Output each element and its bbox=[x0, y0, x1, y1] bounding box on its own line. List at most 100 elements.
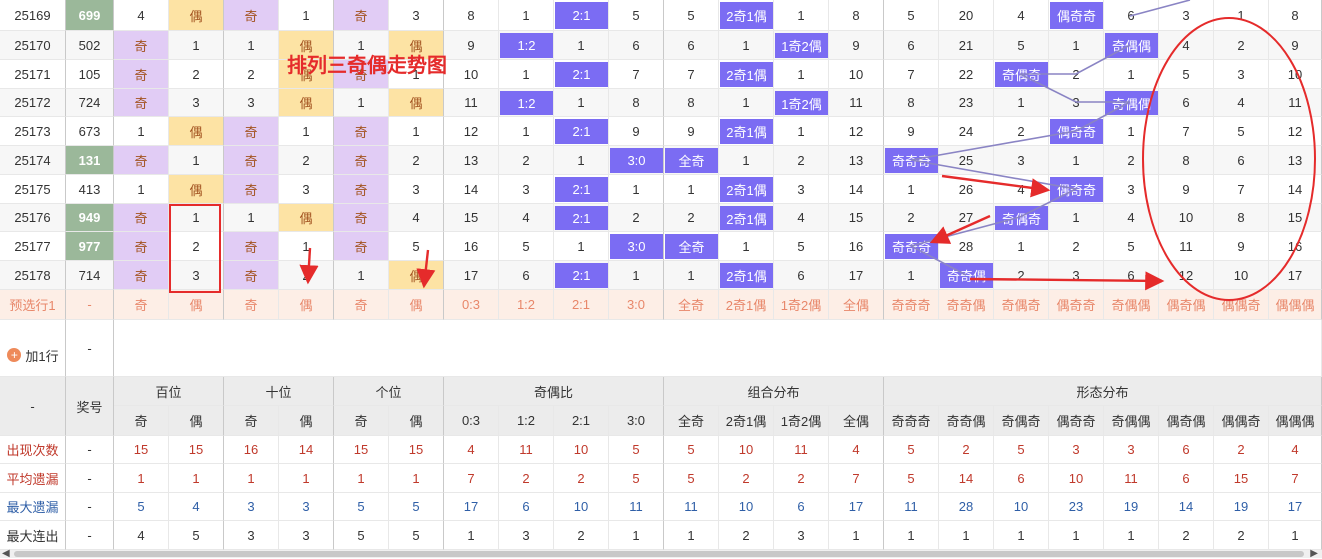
predict-cell[interactable]: 2:1 bbox=[554, 290, 609, 320]
table-cell: 3 bbox=[499, 175, 554, 204]
table-cell: 1 bbox=[884, 175, 939, 204]
table-cell: 10 bbox=[1159, 204, 1214, 232]
stat-value: 1 bbox=[334, 464, 389, 493]
stat-award: - bbox=[66, 464, 114, 493]
header-sub: 全偶 bbox=[829, 406, 884, 436]
predict-cell[interactable]: 全奇 bbox=[664, 290, 719, 320]
predict-cell[interactable]: 偶 bbox=[169, 290, 224, 320]
parity-mark: 奇 bbox=[224, 146, 279, 175]
stat-value: 19 bbox=[1104, 493, 1159, 521]
omission-count: 1 bbox=[279, 0, 334, 31]
table-cell: 9 bbox=[664, 117, 719, 146]
award-number: 724 bbox=[66, 89, 114, 117]
table-cell: 6 bbox=[499, 261, 554, 290]
table-cell: 14 bbox=[1269, 175, 1322, 204]
parity-mark: 奇 bbox=[114, 146, 169, 175]
scrollbar-thumb[interactable] bbox=[14, 551, 1304, 557]
stat-value: 3 bbox=[279, 493, 334, 521]
table-cell: 1 bbox=[1049, 146, 1104, 175]
stat-value: 2 bbox=[554, 464, 609, 493]
parity-mark: 奇 bbox=[114, 204, 169, 232]
table-cell: 28 bbox=[939, 232, 994, 261]
predict-cell[interactable]: 奇偶奇 bbox=[994, 290, 1049, 320]
table-cell: 15 bbox=[829, 204, 884, 232]
predict-cell[interactable]: 3:0 bbox=[609, 290, 664, 320]
hit-mark: 1:2 bbox=[500, 33, 553, 58]
table-cell: 14 bbox=[444, 175, 499, 204]
add-row-button[interactable]: + 加1行 bbox=[0, 333, 66, 377]
hit-mark: 2:1 bbox=[555, 206, 608, 230]
table-cell: 17 bbox=[1269, 261, 1322, 290]
scroll-right-icon[interactable]: ▶ bbox=[1310, 548, 1318, 559]
stat-value: 15 bbox=[334, 436, 389, 464]
parity-mark: 奇 bbox=[334, 0, 389, 31]
header-sub: 1:2 bbox=[499, 406, 554, 436]
stat-award: - bbox=[66, 521, 114, 550]
predict-cell[interactable]: 偶偶偶 bbox=[1269, 290, 1322, 320]
table-cell: 1 bbox=[994, 232, 1049, 261]
predict-cell[interactable]: 0:3 bbox=[444, 290, 499, 320]
header-sub: 偶 bbox=[169, 406, 224, 436]
table-cell: 1 bbox=[719, 31, 774, 60]
predict-row-label: 预选行1 bbox=[0, 290, 66, 320]
predict-cell[interactable]: 偶偶奇 bbox=[1214, 290, 1269, 320]
table-cell: 11 bbox=[829, 89, 884, 117]
table-cell: 5 bbox=[1104, 232, 1159, 261]
predict-cell[interactable]: 2奇1偶 bbox=[719, 290, 774, 320]
hit-mark: 2:1 bbox=[555, 263, 608, 288]
predict-cell[interactable]: 偶奇奇 bbox=[1049, 290, 1104, 320]
header-sub: 2奇1偶 bbox=[719, 406, 774, 436]
parity-mark: 奇 bbox=[114, 31, 169, 60]
stat-value: 3 bbox=[224, 521, 279, 550]
table-cell: 2 bbox=[994, 117, 1049, 146]
predict-cell[interactable]: 偶 bbox=[389, 290, 444, 320]
predict-cell[interactable]: 奇 bbox=[114, 290, 169, 320]
table-cell: 9 bbox=[829, 31, 884, 60]
table-cell: 10 bbox=[444, 60, 499, 89]
predict-cell[interactable]: 奇奇奇 bbox=[884, 290, 939, 320]
stat-value: 5 bbox=[664, 436, 719, 464]
parity-mark: 偶 bbox=[279, 204, 334, 232]
parity-mark: 奇 bbox=[334, 175, 389, 204]
header-sub: 偶奇奇 bbox=[1049, 406, 1104, 436]
stat-value: 7 bbox=[1269, 464, 1322, 493]
predict-cell[interactable]: 1:2 bbox=[499, 290, 554, 320]
table-cell: 1 bbox=[1049, 204, 1104, 232]
header-sub: 3:0 bbox=[609, 406, 664, 436]
predict-cell[interactable]: 奇偶偶 bbox=[1104, 290, 1159, 320]
table-cell: 3 bbox=[1214, 60, 1269, 89]
stat-value: 11 bbox=[609, 493, 664, 521]
predict-cell[interactable]: 奇 bbox=[334, 290, 389, 320]
table-cell: 2 bbox=[774, 146, 829, 175]
table-cell: 1 bbox=[719, 146, 774, 175]
stat-value: 5 bbox=[389, 521, 444, 550]
stat-value: 10 bbox=[554, 436, 609, 464]
hit-mark: 偶奇奇 bbox=[1050, 119, 1103, 144]
header-group: 个位 bbox=[334, 377, 444, 406]
predict-cell[interactable]: 偶 bbox=[279, 290, 334, 320]
hit-mark: 1:2 bbox=[500, 91, 553, 115]
scroll-left-icon[interactable]: ◀ bbox=[2, 548, 10, 559]
hit-mark: 奇偶奇 bbox=[995, 62, 1048, 87]
stat-value: 1 bbox=[1269, 521, 1322, 550]
table-cell: 8 bbox=[444, 0, 499, 31]
stat-value: 5 bbox=[114, 493, 169, 521]
table-cell: 3 bbox=[774, 175, 829, 204]
parity-mark: 奇 bbox=[334, 146, 389, 175]
table-cell: 1 bbox=[719, 89, 774, 117]
predict-cell[interactable]: 奇 bbox=[224, 290, 279, 320]
predict-cell[interactable]: 全偶 bbox=[829, 290, 884, 320]
predict-cell[interactable]: 偶奇偶 bbox=[1159, 290, 1214, 320]
predict-cell[interactable]: 1奇2偶 bbox=[774, 290, 829, 320]
table-cell: 2 bbox=[994, 261, 1049, 290]
predict-cell[interactable]: 奇奇偶 bbox=[939, 290, 994, 320]
table-cell: 9 bbox=[884, 117, 939, 146]
table-cell: 1 bbox=[1104, 60, 1159, 89]
table-cell: 6 bbox=[1214, 146, 1269, 175]
add-row-value: - bbox=[66, 320, 114, 377]
table-cell: 9 bbox=[1214, 232, 1269, 261]
table-cell: 1 bbox=[554, 232, 609, 261]
header-group: 形态分布 bbox=[884, 377, 1322, 406]
table-cell: 6 bbox=[1159, 89, 1214, 117]
award-number: 699 bbox=[66, 0, 114, 31]
